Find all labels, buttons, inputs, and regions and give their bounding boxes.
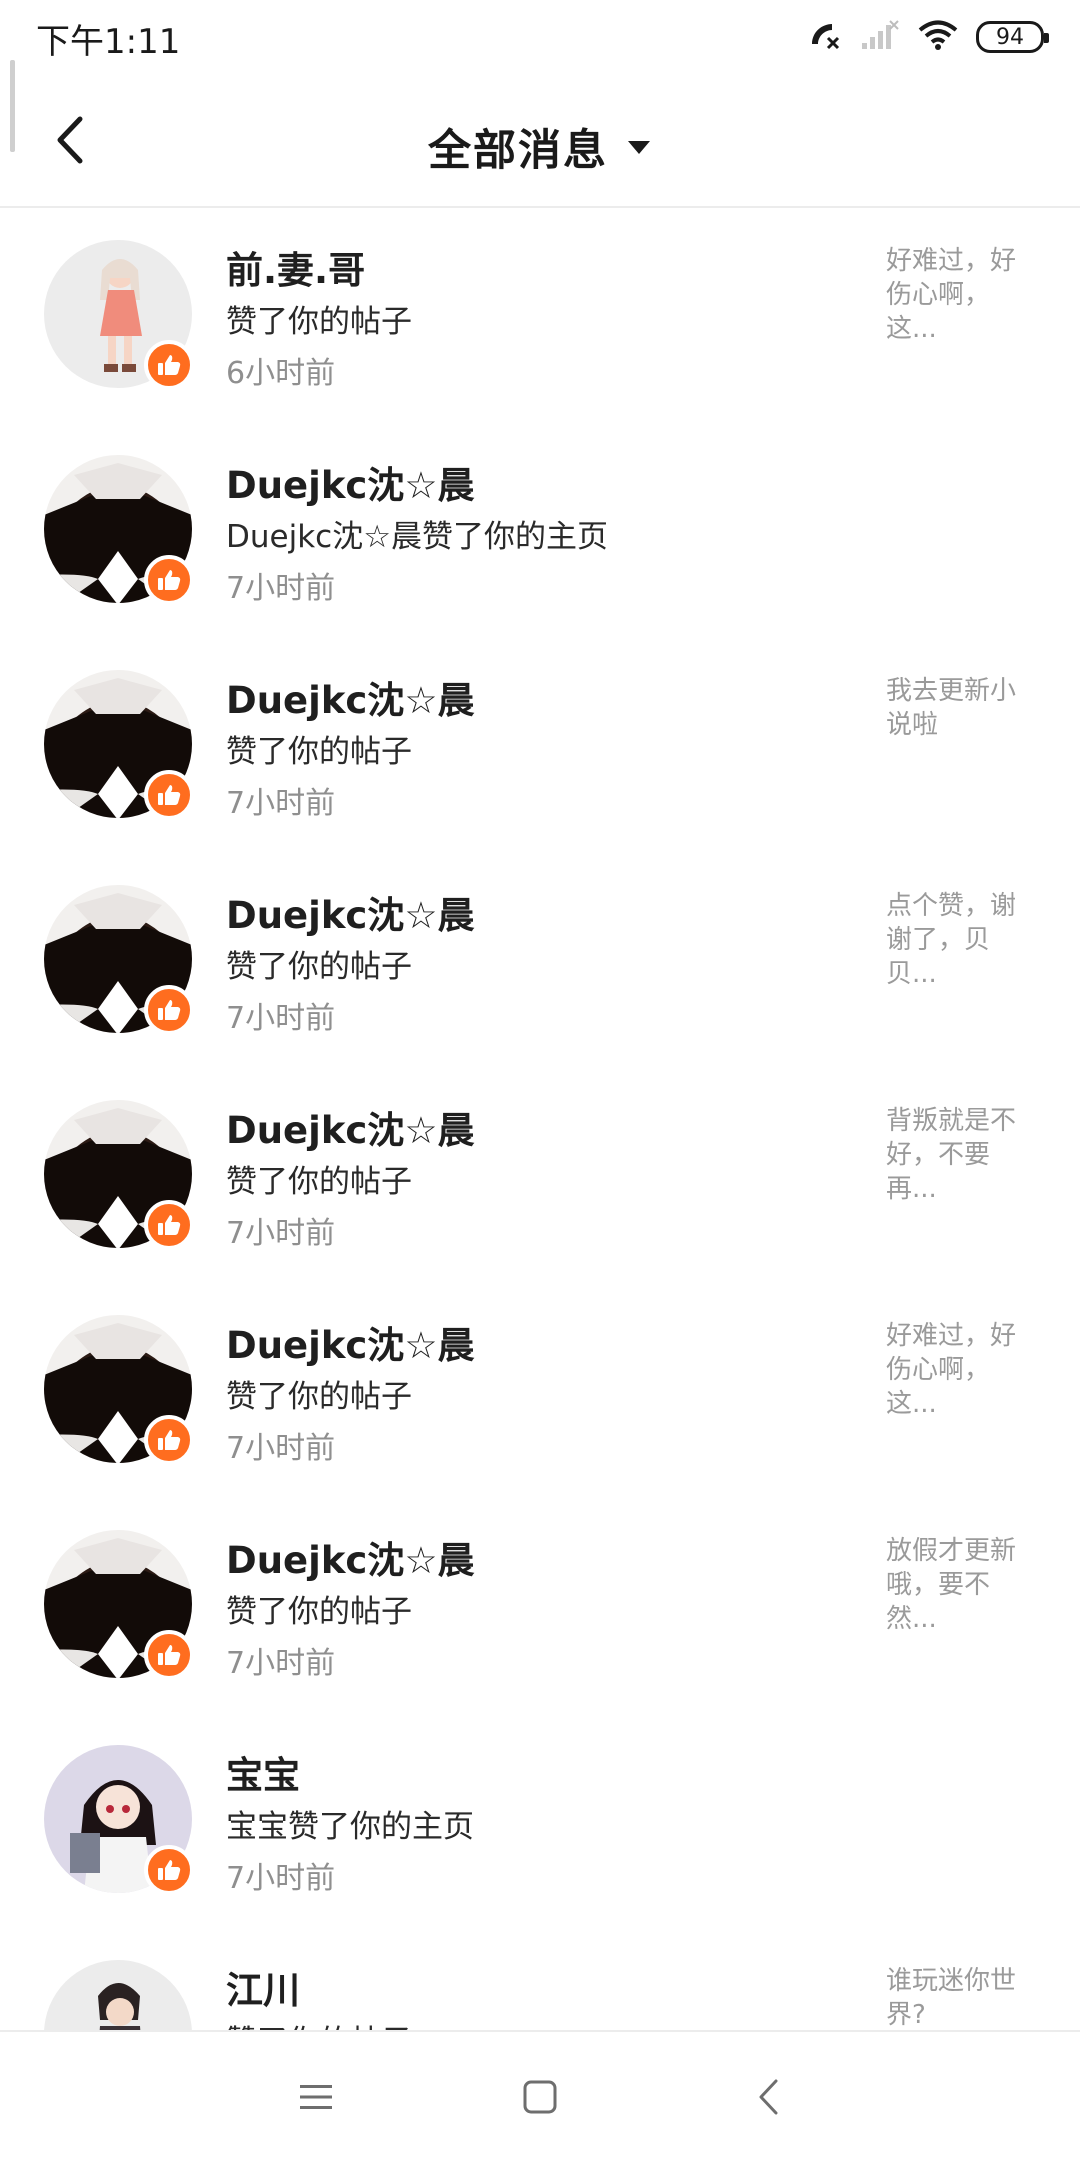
notification-action: 赞了你的帖子	[226, 1379, 412, 1415]
notification-item[interactable]: 前.妻.哥赞了你的帖子 6小时前 好难过，好伤心啊，这...	[0, 210, 1080, 425]
sender-name[interactable]: Duejkc沈☆晨	[226, 885, 475, 939]
home-square-icon	[523, 2080, 557, 2114]
sender-name[interactable]: Duejkc沈☆晨	[226, 1530, 475, 1584]
like-badge	[144, 1630, 194, 1680]
like-badge	[144, 555, 194, 605]
notification-action: Duejkc沈☆晨赞了你的主页	[226, 519, 608, 555]
like-badge	[144, 770, 194, 820]
status-time: 下午1:11	[36, 22, 181, 62]
nav-back-button[interactable]	[728, 2062, 808, 2132]
page-title: 全部消息	[428, 126, 608, 176]
notification-action: 赞了你的帖子	[226, 734, 412, 770]
post-snippet[interactable]: 好难过，好伤心啊，这...	[886, 1319, 1036, 1421]
notification-item[interactable]: 江川赞了你的帖子 谁玩迷你世界?	[0, 1930, 1080, 2030]
status-bar: 下午1:11 94	[0, 0, 1080, 74]
notification-time: 7小时前	[226, 571, 336, 606]
notification-time: 7小时前	[226, 1646, 336, 1681]
dropdown-caret-icon	[628, 141, 650, 154]
notification-item[interactable]: Duejkc沈☆晨赞了你的帖子 7小时前 好难过，好伤心啊，这...	[0, 1285, 1080, 1500]
thumbs-up-icon	[158, 1860, 181, 1880]
post-snippet[interactable]: 我去更新小说啦	[886, 674, 1036, 742]
sender-name[interactable]: 宝宝	[226, 1745, 300, 1799]
like-badge	[144, 1200, 194, 1250]
avatar[interactable]	[44, 1960, 192, 2030]
notification-item[interactable]: Duejkc沈☆晨赞了你的帖子 7小时前 背叛就是不好，不要再...	[0, 1070, 1080, 1285]
back-chevron-icon	[759, 2079, 778, 2115]
notification-item[interactable]: 宝宝宝宝赞了你的主页 7小时前	[0, 1715, 1080, 1930]
screen: 下午1:11 94 全部消息 前.妻.哥 赞了你的帖子 6小时前 好难过，好伤心…	[0, 0, 1080, 2160]
battery-nub	[1044, 33, 1049, 43]
system-nav-bar	[0, 2030, 1080, 2160]
post-snippet[interactable]: 谁玩迷你世界?	[886, 1964, 1036, 2030]
status-icons: 94	[806, 16, 1049, 58]
post-snippet[interactable]: 点个赞，谢谢了，贝贝...	[886, 889, 1036, 991]
post-snippet[interactable]: 背叛就是不好，不要再...	[886, 1104, 1036, 1206]
missed-call-icon	[806, 18, 842, 56]
header: 全部消息	[0, 74, 1080, 208]
post-snippet[interactable]: 好难过，好伤心啊，这...	[886, 244, 1036, 346]
thumbs-up-icon	[158, 570, 181, 590]
thumbs-up-icon	[158, 1430, 181, 1450]
signal-icon	[860, 19, 900, 55]
notification-list: 前.妻.哥 赞了你的帖子 6小时前 好难过，好伤心啊，这... Duejkc沈☆晨 Due…	[0, 210, 1080, 2030]
like-badge	[144, 340, 194, 390]
thumbs-up-icon	[158, 1215, 181, 1235]
wifi-icon	[918, 19, 958, 55]
battery-icon: 94	[976, 21, 1049, 53]
notification-action: 赞了你的帖子	[226, 304, 412, 340]
like-badge	[144, 985, 194, 1035]
notification-item[interactable]: Duejkc沈☆晨赞了你的帖子 7小时前 放假才更新哦，要不然...	[0, 1500, 1080, 1715]
home-button[interactable]	[500, 2062, 580, 2132]
notification-action: 赞了你的帖子	[226, 949, 412, 985]
sender-name[interactable]: Duejkc沈☆晨	[226, 670, 475, 724]
thumbs-up-icon	[158, 785, 181, 805]
notification-item[interactable]: Duejkc沈☆晨 Duejkc沈☆晨赞了你的主页 7小时前	[0, 425, 1080, 640]
notification-time: 7小时前	[226, 1431, 336, 1466]
notification-time: 7小时前	[226, 1861, 336, 1896]
menu-button[interactable]	[276, 2062, 356, 2132]
notification-time: 7小时前	[226, 1001, 336, 1036]
notification-time: 6小时前	[226, 356, 336, 391]
notification-action: 赞了你的帖子	[226, 1594, 412, 1630]
like-badge	[144, 1415, 194, 1465]
menu-icon	[300, 2085, 332, 2109]
thumbs-up-icon	[158, 1000, 181, 1020]
battery-level: 94	[996, 24, 1024, 50]
notification-action: 赞了你的帖子	[226, 1164, 412, 1200]
notification-action: 宝宝赞了你的主页	[226, 1809, 474, 1845]
post-snippet[interactable]: 放假才更新哦，要不然...	[886, 1534, 1036, 1636]
sender-name[interactable]: Duejkc沈☆晨	[226, 1100, 475, 1154]
message-filter-dropdown[interactable]: 全部消息	[0, 116, 1080, 178]
notification-item[interactable]: Duejkc沈☆晨赞了你的帖子 7小时前 点个赞，谢谢了，贝贝...	[0, 855, 1080, 1070]
notification-item[interactable]: Duejkc沈☆晨赞了你的帖子 7小时前 我去更新小说啦	[0, 640, 1080, 855]
sender-name[interactable]: 江川	[226, 1960, 300, 2014]
notification-time: 7小时前	[226, 786, 336, 821]
sender-name[interactable]: 前.妻.哥	[226, 240, 365, 294]
sender-name[interactable]: Duejkc沈☆晨	[226, 455, 475, 509]
like-badge	[144, 1845, 194, 1895]
notification-time: 7小时前	[226, 1216, 336, 1251]
sender-name[interactable]: Duejkc沈☆晨	[226, 1315, 475, 1369]
thumbs-up-icon	[158, 355, 181, 375]
notification-action: 赞了你的帖子	[226, 2016, 412, 2030]
thumbs-up-icon	[158, 1645, 181, 1665]
